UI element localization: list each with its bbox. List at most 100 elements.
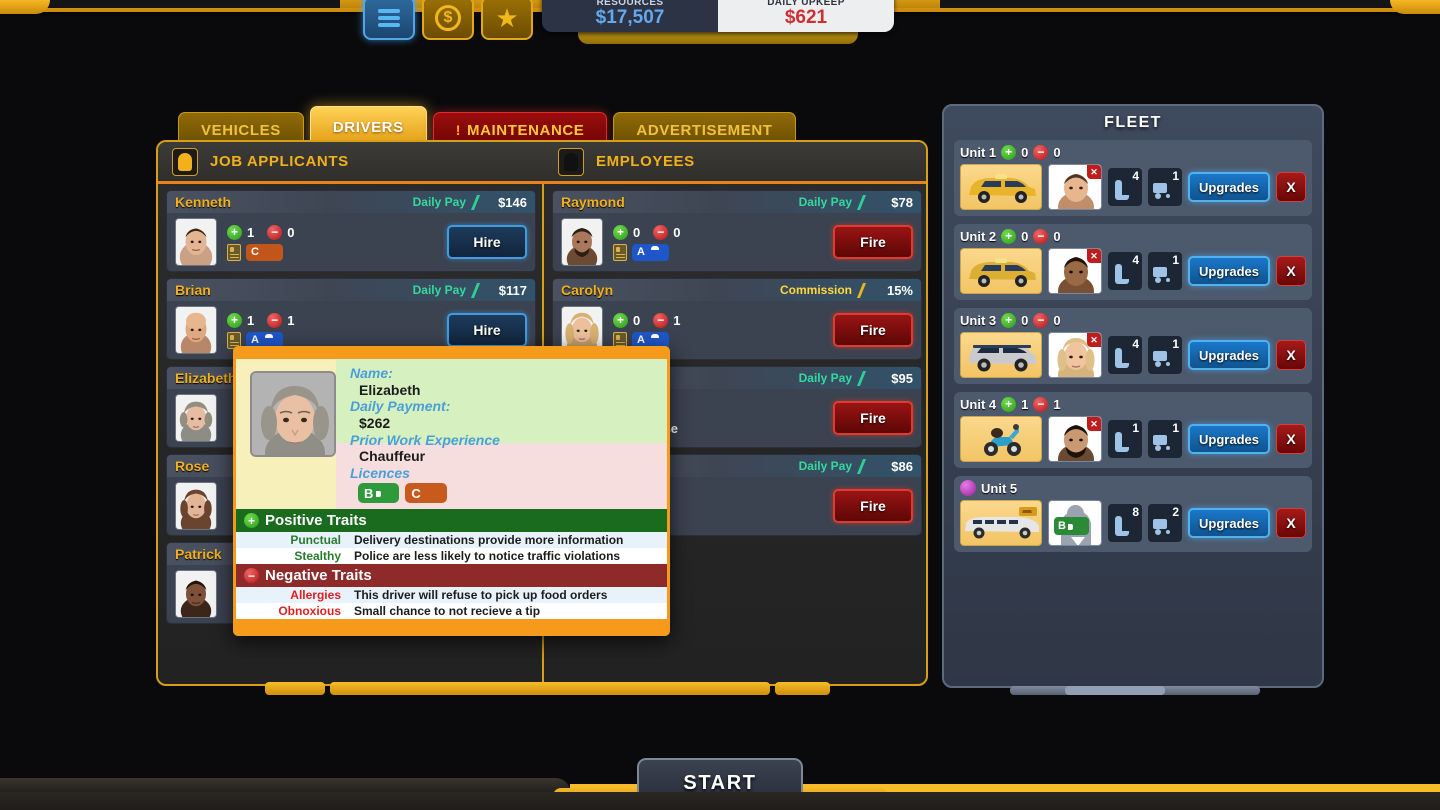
remove-driver-icon[interactable]: ✕: [1087, 333, 1101, 347]
remove-unit-button[interactable]: X: [1276, 172, 1306, 202]
slash-icon: [856, 371, 867, 386]
vehicle-thumbnail-taxi[interactable]: [960, 164, 1042, 210]
driver-thumbnail[interactable]: ✕: [1048, 164, 1102, 210]
remove-unit-button[interactable]: X: [1276, 508, 1306, 538]
tooltip-name-label: Name:: [350, 365, 393, 381]
avatar: [175, 570, 217, 618]
upgrades-button[interactable]: Upgrades: [1188, 424, 1270, 454]
vehicle-thumbnail-taxi[interactable]: [960, 248, 1042, 294]
upgrades-button[interactable]: Upgrades: [1188, 340, 1270, 370]
remove-unit-button[interactable]: X: [1276, 424, 1306, 454]
applicant-body: + 1 − 0 C Hire: [167, 213, 535, 271]
top-bar: $ ★ RESOURCES $17,507 DAILY UPKEEP $621: [0, 0, 1440, 44]
driver-thumbnail[interactable]: ✕: [1048, 248, 1102, 294]
tooltip-info-section: Name: Elizabeth Daily Payment: $262 Prio…: [236, 359, 667, 510]
remove-unit-button[interactable]: X: [1276, 256, 1306, 286]
cargo-count: 1: [1172, 253, 1179, 267]
table-row[interactable]: Raymond Daily Pay $78 + 0 − 0 A Fire: [552, 190, 922, 272]
employee-traits: + 0 − 1 A: [613, 310, 833, 350]
hamburger-icon: [378, 6, 400, 30]
positive-trait-icon: +: [244, 513, 259, 529]
cargo-icon: [1153, 351, 1175, 367]
unit-name: Unit 5: [981, 480, 1018, 496]
panel-scrollbar[interactable]: [330, 682, 770, 695]
money-button[interactable]: $: [422, 0, 474, 40]
vehicle-thumbnail-suv[interactable]: [960, 332, 1042, 378]
upgrades-button[interactable]: Upgrades: [1188, 172, 1270, 202]
driver-slot-empty[interactable]: B: [1048, 500, 1102, 546]
portrait-elizabeth-large: [252, 373, 334, 455]
fire-button[interactable]: Fire: [833, 313, 913, 347]
panel-rail-right: [775, 682, 830, 695]
licence-card-icon: [613, 243, 627, 261]
menu-button[interactable]: [363, 0, 415, 40]
upkeep-stat: DAILY UPKEEP $621: [718, 0, 894, 32]
portrait-elizabeth: [176, 395, 216, 441]
unit-header: Unit 4 + 1 − 1: [960, 395, 1306, 413]
negative-trait-icon: −: [1033, 228, 1049, 244]
driver-thumbnail[interactable]: ✕: [1048, 332, 1102, 378]
fire-button[interactable]: Fire: [833, 225, 913, 259]
negative-trait-icon: −: [1033, 396, 1049, 412]
trait-name: Obnoxious: [278, 604, 341, 619]
trait-description: This driver will refuse to pick up food …: [354, 588, 608, 603]
cargo-capacity: 1: [1148, 336, 1182, 374]
trait-description: Small chance to not recieve a tip: [354, 604, 541, 619]
list-item[interactable]: Kenneth Daily Pay $146 + 1 − 0 C Hire: [166, 190, 536, 272]
fleet-unit-5[interactable]: Unit 5 B 8 2 Upgrades X: [954, 476, 1312, 552]
remove-driver-icon[interactable]: ✕: [1087, 417, 1101, 431]
fleet-unit-3[interactable]: Unit 3 + 0 − 0 ✕ 4 1 Upgrades X: [954, 308, 1312, 384]
remove-driver-icon[interactable]: ✕: [1087, 249, 1101, 263]
pay-value: $86: [891, 458, 913, 474]
positive-trait-icon: +: [1001, 144, 1017, 160]
negative-trait-count: 1: [673, 312, 681, 328]
pay-value: $78: [891, 194, 913, 210]
negative-trait-icon: −: [653, 312, 669, 328]
fleet-unit-2[interactable]: Unit 2 + 0 − 0 ✕ 4 1 Upgrades X: [954, 224, 1312, 300]
hire-button[interactable]: Hire: [447, 225, 527, 259]
negative-trait-icon: −: [244, 568, 259, 584]
quad-icon: [262, 247, 278, 257]
pay-value: $117: [498, 282, 527, 298]
list-item: Obnoxious Small chance to not recieve a …: [236, 603, 667, 620]
fire-button[interactable]: Fire: [833, 401, 913, 435]
remove-unit-button[interactable]: X: [1276, 340, 1306, 370]
applicant-name: Brian: [175, 282, 211, 298]
remove-driver-icon[interactable]: ✕: [1087, 165, 1101, 179]
fleet-unit-1[interactable]: Unit 1 + 0 − 0 ✕ 4 1 Upgrades X: [954, 140, 1312, 216]
avatar: [561, 218, 603, 266]
unit-row: ✕ 4 1 Upgrades X: [960, 248, 1306, 294]
taxi-icon: [969, 258, 1036, 287]
positive-traits-list: Punctual Delivery destinations provide m…: [236, 532, 667, 565]
employee-traits: + 0 − 0 A: [613, 222, 833, 262]
reputation-button[interactable]: ★: [481, 0, 533, 40]
hire-button[interactable]: Hire: [447, 313, 527, 347]
avatar: [175, 394, 217, 442]
trait-name: Stealthy: [294, 549, 341, 564]
vehicle-thumbnail-scooter[interactable]: [960, 416, 1042, 462]
seat-capacity: 1: [1108, 420, 1142, 458]
portrait-kenneth: [176, 219, 216, 265]
applicant-traits: + 1 − 1 A: [227, 310, 447, 350]
warning-icon: !: [455, 122, 461, 138]
applicant-name: Kenneth: [175, 194, 231, 210]
seat-icon: [1115, 180, 1129, 200]
seat-icon: [1115, 432, 1129, 452]
list-item: Allergies This driver will refuse to pic…: [236, 587, 667, 604]
fleet-unit-4[interactable]: Unit 4 + 1 − 1 ✕ 1 1 Upgrades X: [954, 392, 1312, 468]
applicant-header: Brian Daily Pay $117: [167, 279, 535, 301]
tooltip-experience-value: Chauffeur: [359, 448, 426, 465]
driver-thumbnail[interactable]: ✕: [1048, 416, 1102, 462]
positive-trait-icon: +: [613, 224, 628, 240]
unit-row: ✕ 4 1 Upgrades X: [960, 332, 1306, 378]
stats-panel: RESOURCES $17,507 DAILY UPKEEP $621: [542, 0, 894, 32]
car-icon: [262, 335, 278, 345]
job-applicants-title: JOB APPLICANTS: [210, 153, 349, 170]
upgrades-button[interactable]: Upgrades: [1188, 256, 1270, 286]
vehicle-thumbnail-limousine[interactable]: [960, 500, 1042, 546]
upgrades-button[interactable]: Upgrades: [1188, 508, 1270, 538]
fire-button[interactable]: Fire: [833, 489, 913, 523]
seat-count: 1: [1132, 421, 1139, 435]
fleet-scrollbar-thumb[interactable]: [1065, 686, 1165, 695]
coin-icon: $: [435, 5, 461, 31]
